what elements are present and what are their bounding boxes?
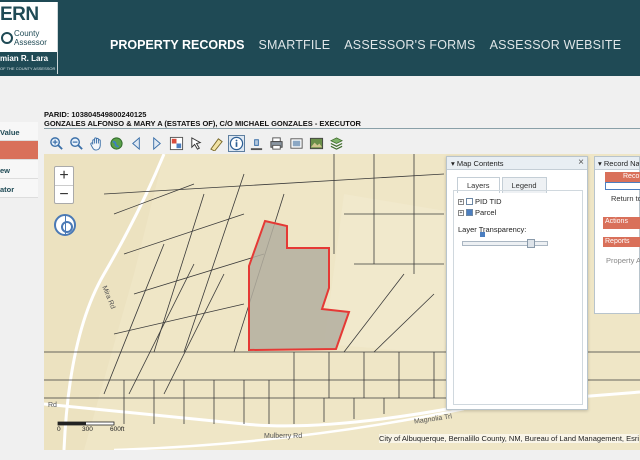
logo-name: mian R. Lara	[0, 54, 49, 63]
sidebar-item-navigator[interactable]: ator	[0, 179, 38, 198]
nav-assessor-website[interactable]: ASSESSOR WEBSITE	[490, 38, 622, 52]
logo-office: OF THE COUNTY ASSESSOR	[0, 66, 56, 71]
clear-graphics-icon[interactable]	[248, 135, 265, 152]
parcel-id: PARID: 103804549800240125	[44, 110, 147, 119]
measure-icon[interactable]	[208, 135, 225, 152]
record-button[interactable]: Reco	[605, 172, 640, 182]
pointer-select-icon[interactable]	[188, 135, 205, 152]
zoom-in-icon[interactable]	[48, 135, 65, 152]
layer-label: PID TID	[475, 197, 502, 206]
transparency-slider[interactable]	[462, 239, 548, 248]
assessor-logo[interactable]: ERN County Assessor mian R. Lara OF THE …	[0, 2, 58, 74]
map-contents-header[interactable]: ▾ Map Contents ×	[447, 157, 587, 170]
map-contents-title: Map Contents	[456, 159, 504, 168]
zoom-in-button[interactable]: +	[55, 167, 73, 185]
expand-icon[interactable]: +	[458, 198, 464, 205]
reports-button[interactable]: Reports	[603, 237, 640, 247]
record-navigator-panel: ▾ Record Navi Reco Return to Actions Rep…	[594, 156, 640, 314]
print-icon[interactable]	[268, 135, 285, 152]
logo-title: ERN	[0, 4, 39, 25]
logo-emblem-icon	[1, 32, 13, 44]
record-input[interactable]	[605, 182, 640, 190]
sidebar-item-active[interactable]	[0, 141, 38, 160]
return-to-link[interactable]: Return to	[611, 194, 640, 203]
layer-row-parcel[interactable]: + Parcel	[458, 208, 496, 217]
app-header: ERN County Assessor mian R. Lara OF THE …	[0, 0, 640, 76]
pan-hand-icon[interactable]	[88, 135, 105, 152]
scale-label-mid: 300	[82, 426, 93, 433]
close-icon[interactable]: ×	[578, 157, 584, 168]
transparency-label: Layer Transparency:	[458, 225, 527, 234]
layer-row-pid-tid[interactable]: + PID TID	[458, 197, 502, 206]
left-sidebar: Value ew ator	[0, 122, 38, 198]
previous-extent-icon[interactable]	[128, 135, 145, 152]
full-extent-globe-icon[interactable]	[108, 135, 125, 152]
layer-checkbox-pid-tid[interactable]	[466, 198, 473, 205]
layers-stack-icon[interactable]	[328, 135, 345, 152]
map-attribution: City of Albuquerque, Bernalillo County, …	[379, 434, 640, 443]
sidebar-item-view[interactable]: ew	[0, 160, 38, 179]
actions-button[interactable]: Actions	[603, 217, 640, 229]
slider-thumb[interactable]	[527, 239, 535, 248]
property-link[interactable]: Property Al	[606, 256, 640, 265]
select-parcel-icon[interactable]	[168, 135, 185, 152]
identify-info-icon[interactable]	[228, 134, 245, 152]
zoom-out-icon[interactable]	[68, 135, 85, 152]
nav-assessors-forms[interactable]: ASSESSOR'S FORMS	[344, 38, 475, 52]
next-extent-icon[interactable]	[148, 135, 165, 152]
layer-checkbox-parcel[interactable]	[466, 209, 473, 216]
main-nav: PROPERTY RECORDS SMARTFILE ASSESSOR'S FO…	[110, 38, 621, 52]
zoom-out-button[interactable]: −	[55, 185, 73, 203]
scale-label-zero: 0	[57, 426, 61, 433]
record-navigator-title: Record Navi	[603, 159, 639, 168]
road-label-mulberry: Mulberry Rd	[264, 433, 303, 440]
owner-name: GONZALES ALFONSO & MARY A (ESTATES OF), …	[44, 119, 361, 128]
nav-smartfile[interactable]: SMARTFILE	[259, 38, 331, 52]
divider	[44, 128, 640, 129]
export-map-icon[interactable]	[288, 135, 305, 152]
locate-crosshair-icon[interactable]	[54, 214, 76, 236]
sidebar-item-value[interactable]: Value	[0, 122, 38, 141]
scale-label-end: 600ft	[110, 426, 125, 433]
record-navigator-header[interactable]: ▾ Record Navi	[595, 157, 639, 170]
basemap-image-icon[interactable]	[308, 135, 325, 152]
map-toolbar	[44, 133, 640, 153]
logo-county: County Assessor	[14, 29, 47, 47]
slider-marker	[480, 232, 485, 237]
expand-icon[interactable]: +	[458, 209, 464, 216]
layer-label: Parcel	[475, 208, 497, 217]
zoom-control: + −	[54, 166, 74, 204]
road-label-rd: Rd	[48, 402, 57, 409]
nav-property-records[interactable]: PROPERTY RECORDS	[110, 38, 245, 52]
map-contents-panel: ▾ Map Contents × Layers Legend + PID TID…	[446, 156, 588, 410]
layers-list: + PID TID + Parcel Layer Transparency:	[453, 190, 583, 405]
